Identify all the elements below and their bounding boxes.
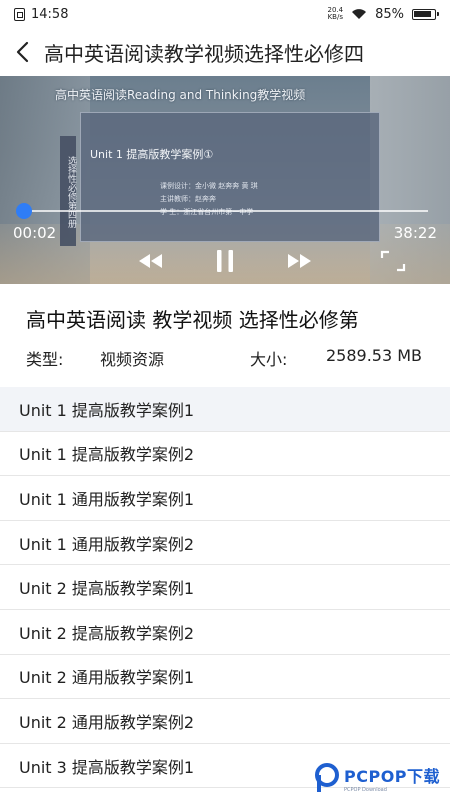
current-time: 00:02 bbox=[13, 224, 57, 242]
type-value: 视频资源 bbox=[100, 350, 165, 369]
video-slide-title: Unit 1 提高版教学案例① bbox=[90, 148, 214, 161]
fullscreen-icon bbox=[380, 250, 406, 272]
net-speed-unit: KB/s bbox=[327, 13, 343, 21]
list-item[interactable]: Unit 1 提高版教学案例2 bbox=[0, 432, 450, 477]
status-time: 14:58 bbox=[31, 6, 69, 22]
chevron-left-icon bbox=[16, 41, 29, 63]
resource-title: 高中英语阅读 教学视频 选择性必修第 bbox=[26, 308, 359, 332]
battery-percent: 85% bbox=[375, 6, 404, 22]
pause-button[interactable] bbox=[211, 248, 239, 274]
list-item[interactable]: Unit 2 通用版教学案例2 bbox=[0, 699, 450, 744]
video-slide-line: 学 生：浙江省台州市第一中学 bbox=[160, 208, 254, 216]
episode-list: Unit 1 提高版教学案例1 Unit 1 提高版教学案例2 Unit 1 通… bbox=[0, 387, 450, 789]
wifi-icon bbox=[352, 9, 367, 19]
status-left: 14:58 bbox=[14, 7, 68, 22]
back-button[interactable] bbox=[0, 28, 44, 76]
total-time: 38:22 bbox=[393, 224, 437, 242]
video-player[interactable]: 高中英语阅读Reading and Thinking教学视频 选择性必修第四册 … bbox=[0, 76, 450, 284]
video-banner-text: 高中英语阅读Reading and Thinking教学视频 bbox=[55, 88, 306, 102]
size-label: 大小: bbox=[250, 350, 288, 369]
status-bar: 14:58 20.4 KB/s 85% bbox=[0, 0, 450, 28]
list-item[interactable]: Unit 1 通用版教学案例1 bbox=[0, 476, 450, 521]
video-slide-line: 主讲教师：赵奔奔 bbox=[160, 195, 216, 203]
list-item[interactable]: Unit 2 提高版教学案例2 bbox=[0, 610, 450, 655]
sim-card-icon bbox=[14, 7, 25, 21]
watermark-main: PCPOP下载 bbox=[344, 767, 441, 786]
fast-forward-button[interactable] bbox=[284, 248, 316, 274]
size-value: 2589.53 MB bbox=[326, 346, 423, 365]
fast-forward-icon bbox=[288, 254, 311, 268]
type-label: 类型: bbox=[26, 350, 64, 369]
net-speed: 20.4 KB/s bbox=[328, 7, 344, 21]
progress-thumb[interactable] bbox=[16, 203, 32, 219]
list-item[interactable]: Unit 1 提高版教学案例1 bbox=[0, 387, 450, 432]
list-item[interactable]: Unit 2 通用版教学案例1 bbox=[0, 655, 450, 700]
battery-icon bbox=[412, 8, 439, 20]
pause-icon bbox=[217, 250, 233, 272]
list-item[interactable]: Unit 2 提高版教学案例1 bbox=[0, 565, 450, 610]
watermark-text: PCPOP下载 PCPOP Download bbox=[344, 763, 440, 793]
header: 高中英语阅读教学视频选择性必修四 bbox=[0, 28, 450, 76]
video-slide bbox=[80, 112, 380, 242]
fullscreen-button[interactable] bbox=[378, 248, 408, 274]
video-slide-line: 课例设计：金小微 赵奔奔 黄 琪 bbox=[160, 182, 258, 190]
rewind-button[interactable] bbox=[134, 248, 166, 274]
page-title: 高中英语阅读教学视频选择性必修四 bbox=[44, 41, 364, 66]
watermark: PCPOP下载 PCPOP Download bbox=[312, 760, 450, 796]
watermark-sub: PCPOP Download bbox=[344, 787, 387, 793]
list-item[interactable]: Unit 1 通用版教学案例2 bbox=[0, 521, 450, 566]
video-side-label: 选择性必修第四册 bbox=[60, 136, 76, 246]
status-right: 20.4 KB/s 85% bbox=[328, 6, 439, 22]
pcpop-logo-icon bbox=[315, 763, 339, 792]
progress-track[interactable] bbox=[22, 210, 428, 212]
video-slide-lines: 课例设计：金小微 赵奔奔 黄 琪 主讲教师：赵奔奔 学 生：浙江省台州市第一中学 bbox=[160, 180, 258, 219]
rewind-icon bbox=[139, 254, 162, 268]
